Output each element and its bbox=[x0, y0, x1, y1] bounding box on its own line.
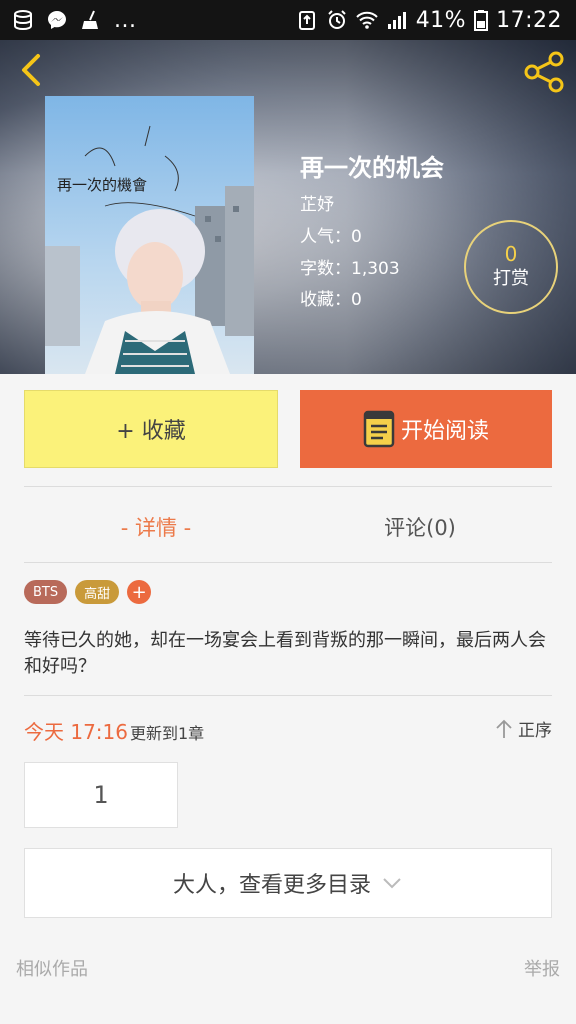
update-time: 今天 17:16 bbox=[24, 720, 128, 744]
share-icon[interactable] bbox=[522, 50, 566, 94]
recycle-icon bbox=[298, 11, 315, 30]
start-reading-label: 开始阅读 bbox=[400, 419, 489, 444]
status-time: 17:22 bbox=[496, 7, 562, 33]
back-icon[interactable] bbox=[14, 50, 54, 90]
database-icon bbox=[14, 10, 32, 31]
tab-comments-label: 评论(0) bbox=[384, 516, 456, 540]
tip-label: 打赏 bbox=[493, 268, 529, 289]
collect-label: + 收藏 bbox=[116, 419, 186, 444]
sort-order-button[interactable]: 正序 bbox=[494, 716, 552, 741]
favorites-stat: 收藏：0 bbox=[300, 290, 362, 310]
chapter-number: 1 bbox=[93, 781, 109, 809]
status-bar: ... 41% 17:22 bbox=[0, 0, 576, 40]
more-chapters-button[interactable]: 大人，查看更多目录 bbox=[24, 848, 552, 918]
status-right: 41% 17:22 bbox=[296, 8, 576, 33]
more-chapters-label: 大人，查看更多目录 bbox=[172, 873, 371, 898]
messenger-icon bbox=[48, 11, 66, 29]
tip-count: 0 bbox=[504, 242, 518, 266]
signal-icon bbox=[387, 12, 406, 29]
tag-bts[interactable]: BTS bbox=[24, 580, 68, 604]
tip-button[interactable]: 0 打赏 bbox=[464, 220, 558, 314]
tab-detail[interactable]: - 详情 - bbox=[24, 492, 288, 562]
status-more: ... bbox=[114, 7, 137, 33]
battery-percent: 41% bbox=[415, 7, 467, 33]
status-left: ... bbox=[0, 8, 136, 33]
cover-illustration: 再一次的機會 bbox=[45, 96, 254, 374]
book-cover[interactable]: 再一次的機會 bbox=[45, 96, 254, 374]
chapter-item[interactable]: 1 bbox=[24, 762, 178, 828]
book-hero: 再一次的機會 再一次的机会 芷妤 人气：0 字数：1,303 收藏：0 0 打赏 bbox=[0, 40, 576, 374]
battery-icon bbox=[474, 10, 489, 31]
collect-button[interactable]: + 收藏 bbox=[24, 390, 278, 468]
popularity-stat: 人气：0 bbox=[300, 227, 362, 247]
divider bbox=[24, 562, 552, 563]
cover-handwriting: 再一次的機會 bbox=[57, 176, 147, 194]
add-tag-button[interactable]: + bbox=[127, 580, 152, 604]
tag-sweet[interactable]: 高甜 bbox=[75, 580, 120, 604]
book-title: 再一次的机会 bbox=[300, 154, 444, 182]
wifi-icon bbox=[355, 11, 378, 29]
report-link[interactable]: 举报 bbox=[524, 955, 560, 981]
book-description: 等待已久的她，却在一场宴会上看到背叛的那一瞬间，最后两人会和好吗？ bbox=[24, 630, 546, 677]
divider bbox=[24, 695, 552, 696]
broom-icon bbox=[82, 10, 98, 29]
arrow-up-icon bbox=[496, 719, 512, 738]
chevron-down-icon bbox=[383, 878, 401, 889]
author-name[interactable]: 芷妤 bbox=[300, 190, 334, 215]
tag-list: BTS 高甜 + bbox=[24, 580, 152, 604]
alarm-icon bbox=[327, 10, 346, 29]
divider bbox=[24, 486, 552, 487]
sort-order-label: 正序 bbox=[518, 721, 552, 741]
similar-works-heading: 相似作品 bbox=[16, 959, 88, 980]
start-reading-button[interactable]: 开始阅读 bbox=[300, 390, 552, 468]
tab-detail-label: - 详情 - bbox=[120, 516, 192, 540]
tab-comments[interactable]: 评论(0) bbox=[288, 492, 552, 562]
book-icon bbox=[363, 410, 395, 448]
update-chapter-count: 更新到1章 bbox=[130, 724, 205, 743]
word-count-stat: 字数：1,303 bbox=[300, 259, 400, 279]
